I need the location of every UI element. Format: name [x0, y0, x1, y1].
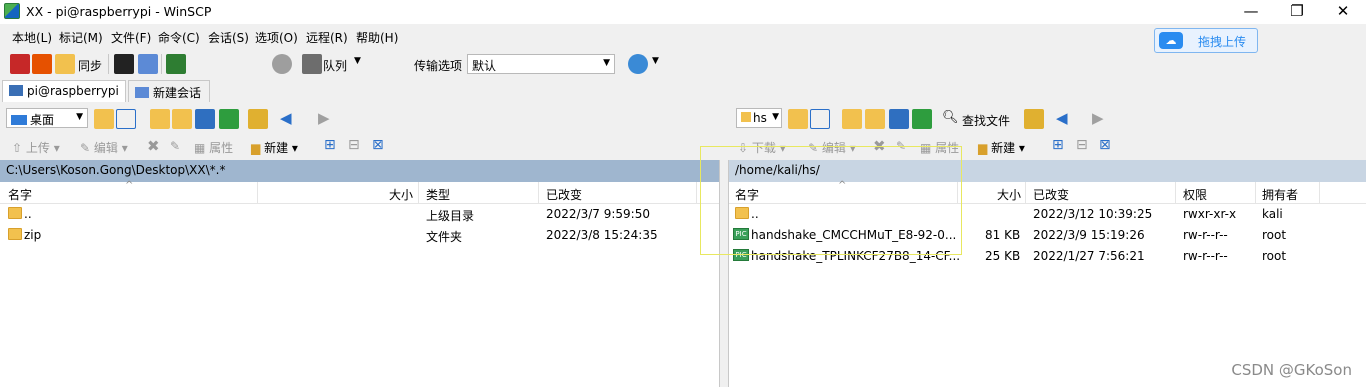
- left-location-select[interactable]: 桌面 ▼: [6, 108, 88, 128]
- chevron-down-icon: ▼: [772, 112, 779, 122]
- session-tabs: pi@raspberrypi 新建会话: [0, 80, 1366, 102]
- table-row[interactable]: .. 上级目录 2022/3/7 9:59:50: [0, 204, 719, 225]
- main-toolbar: 同步 队列 ▼ 传输选项 默认 ▼ ▼: [0, 50, 1366, 78]
- left-path-bar[interactable]: C:\Users\Koson.Gong\Desktop\XX\*.*: [0, 160, 719, 182]
- menu-mark[interactable]: 标记(M): [59, 29, 103, 46]
- col-size[interactable]: 大小: [997, 186, 1021, 203]
- forward-arrow-icon[interactable]: ▶: [1092, 109, 1104, 127]
- home-icon[interactable]: [889, 109, 909, 129]
- back-arrow-icon[interactable]: ◀: [1056, 109, 1068, 127]
- queue-icon[interactable]: [302, 54, 322, 74]
- compare-dirs-icon[interactable]: [10, 54, 30, 74]
- globe-icon[interactable]: [628, 54, 648, 74]
- filter-icon[interactable]: [810, 109, 830, 129]
- transfer-options-label: 传输选项: [414, 59, 463, 73]
- putty-icon[interactable]: [138, 54, 158, 74]
- root-dir-icon[interactable]: [172, 109, 192, 129]
- properties-button[interactable]: ▦ 属性: [194, 139, 233, 156]
- new-button[interactable]: ▆ 新建 ▾: [251, 139, 298, 156]
- toolbar-separator: [161, 54, 162, 74]
- close-button[interactable]: ✕: [1320, 0, 1366, 24]
- maximize-button[interactable]: ❐: [1274, 0, 1320, 24]
- chevron-down-icon: ▼: [603, 58, 610, 68]
- open-folder-icon[interactable]: [94, 109, 114, 129]
- rename-icon[interactable]: ✎: [170, 139, 180, 153]
- open-folder-icon[interactable]: [788, 109, 808, 129]
- menu-options[interactable]: 选项(O): [255, 29, 298, 46]
- col-permissions[interactable]: 权限: [1183, 186, 1207, 203]
- sync-icon[interactable]: [55, 54, 75, 74]
- transfer-options-select[interactable]: 默认 ▼: [467, 54, 615, 74]
- select-plus-icon[interactable]: ⊞: [1052, 137, 1064, 153]
- menu-local[interactable]: 本地(L): [12, 29, 52, 46]
- refresh-icon[interactable]: [912, 109, 932, 129]
- menu-remote[interactable]: 远程(R): [306, 29, 348, 46]
- delete-icon[interactable]: ✖: [147, 137, 160, 155]
- sync-browse-icon[interactable]: [32, 54, 52, 74]
- left-file-panel: C:\Users\Koson.Gong\Desktop\XX\*.* 名字 ^ …: [0, 160, 719, 387]
- left-list-header: 名字 ^ 大小 类型 已改变: [0, 180, 719, 204]
- monitor-icon: [9, 85, 23, 96]
- menu-commands[interactable]: 命令(C): [158, 29, 200, 46]
- select-minus-icon[interactable]: ⊟: [348, 137, 360, 153]
- sync-label[interactable]: 同步: [78, 57, 102, 74]
- menu-session[interactable]: 会话(S): [208, 29, 249, 46]
- parent-folder-icon: [8, 207, 22, 219]
- watermark: CSDN @GKoSon: [1231, 361, 1352, 379]
- sort-asc-icon: ^: [125, 180, 134, 191]
- search-icon[interactable]: 🔍︎: [942, 110, 959, 125]
- chevron-down-icon[interactable]: ▼: [354, 56, 361, 66]
- bookmark-icon[interactable]: [1024, 109, 1044, 129]
- right-location-select[interactable]: hs ▼: [736, 108, 782, 128]
- cloud-icon: ☁: [1159, 32, 1183, 49]
- chevron-down-icon: ▼: [76, 112, 83, 122]
- table-row[interactable]: zip 文件夹 2022/3/8 15:24:35: [0, 225, 719, 246]
- col-type[interactable]: 类型: [426, 186, 450, 203]
- forward-arrow-icon[interactable]: ▶: [318, 109, 330, 127]
- root-dir-icon[interactable]: [865, 109, 885, 129]
- queue-label[interactable]: 队列: [323, 57, 347, 74]
- tab-new-session[interactable]: 新建会话: [128, 80, 210, 102]
- chevron-down-icon[interactable]: ▼: [652, 56, 659, 66]
- find-files-button[interactable]: 查找文件: [962, 112, 1010, 129]
- parent-dir-icon[interactable]: [150, 109, 170, 129]
- col-modified[interactable]: 已改变: [1033, 186, 1069, 203]
- terminal-icon[interactable]: [114, 54, 134, 74]
- folder-icon: [741, 112, 751, 122]
- minimize-button[interactable]: —: [1228, 0, 1274, 24]
- winscp-app-icon: [4, 3, 20, 19]
- back-arrow-icon[interactable]: ◀: [280, 109, 292, 127]
- gear-icon[interactable]: [272, 54, 292, 74]
- select-plus-icon[interactable]: ⊞: [324, 137, 336, 153]
- toolbar-separator: [108, 54, 109, 74]
- drag-upload-label: 拖拽上传: [1198, 35, 1247, 49]
- edit-button[interactable]: ✎ 编辑 ▾: [80, 139, 128, 156]
- refresh-session-icon[interactable]: [166, 54, 186, 74]
- new-button[interactable]: ▆ 新建 ▾: [978, 139, 1025, 156]
- col-size[interactable]: 大小: [389, 186, 413, 203]
- col-modified[interactable]: 已改变: [546, 186, 582, 203]
- menu-help[interactable]: 帮助(H): [356, 29, 398, 46]
- select-minus-icon[interactable]: ⊟: [1076, 137, 1088, 153]
- home-icon[interactable]: [195, 109, 215, 129]
- parent-dir-icon[interactable]: [842, 109, 862, 129]
- select-filter-icon[interactable]: ⊠: [1099, 137, 1111, 153]
- window-title: XX - pi@raspberrypi - WinSCP: [26, 4, 212, 19]
- folder-icon: [8, 228, 22, 240]
- filter-icon[interactable]: [116, 109, 136, 129]
- refresh-icon[interactable]: [219, 109, 239, 129]
- select-filter-icon[interactable]: ⊠: [372, 137, 384, 153]
- highlight-rectangle: [700, 146, 962, 255]
- desktop-icon: [11, 115, 27, 125]
- title-bar: XX - pi@raspberrypi - WinSCP — ❐ ✕: [0, 0, 1366, 24]
- tab-session[interactable]: pi@raspberrypi: [2, 80, 126, 102]
- menu-file[interactable]: 文件(F): [111, 29, 151, 46]
- left-panel-toolbar: 桌面 ▼ ◀ ▶ ⇧ 上传 ▾ ✎ 编辑 ▾ ✖ ✎ ▦ 属性 ▆ 新建 ▾ ⊞…: [0, 106, 720, 162]
- new-session-icon: [135, 87, 149, 98]
- upload-button[interactable]: ⇧ 上传 ▾: [12, 139, 60, 156]
- left-file-list[interactable]: 名字 ^ 大小 类型 已改变 .. 上级目录 2022/3/7 9:59:50 …: [0, 180, 719, 387]
- col-owner[interactable]: 拥有者: [1262, 186, 1298, 203]
- bookmark-icon[interactable]: [248, 109, 268, 129]
- col-name[interactable]: 名字: [8, 186, 32, 203]
